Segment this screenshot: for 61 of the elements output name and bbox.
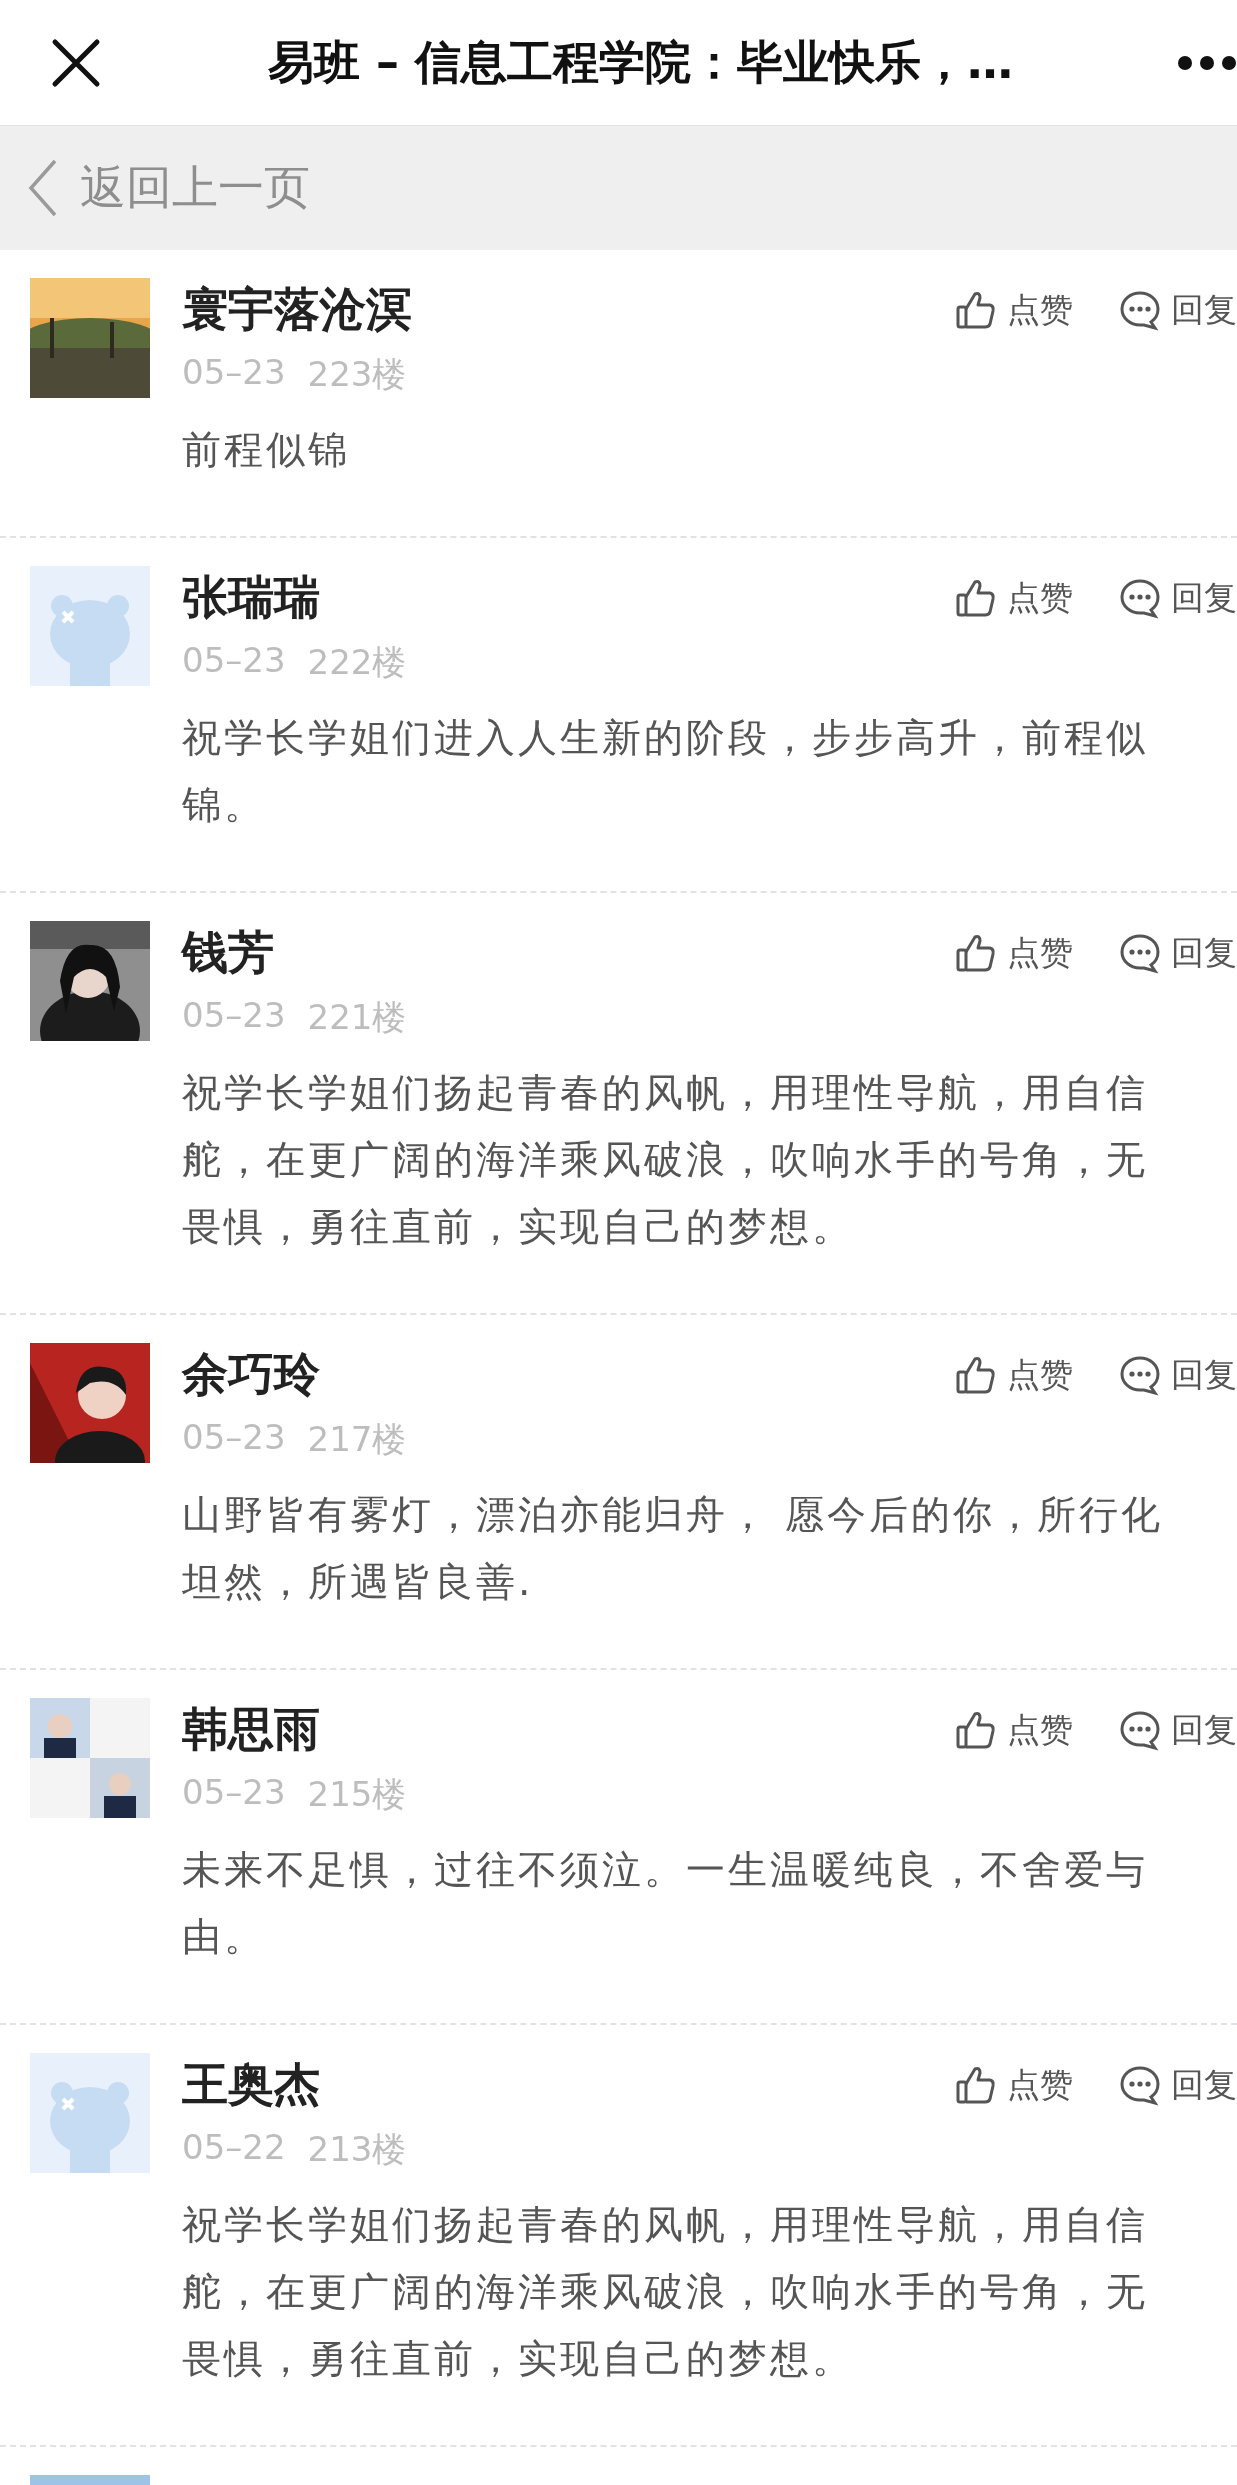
reply-button[interactable]: 回复 bbox=[1119, 2062, 1237, 2108]
like-button[interactable]: 点赞 bbox=[955, 1707, 1073, 1753]
comment-icon bbox=[1119, 1354, 1161, 1396]
page-title: 易班 – 信息工程学院：毕业快乐，… bbox=[267, 33, 1014, 91]
comment-icon bbox=[1119, 932, 1161, 974]
comment-text-line: 舵，在更广阔的海洋乘风破浪，吹响水手的号角，无 bbox=[182, 1136, 1149, 1184]
like-button[interactable]: 点赞 bbox=[955, 287, 1073, 333]
comment-icon bbox=[1119, 1709, 1161, 1751]
post-date: 05–22 bbox=[182, 2127, 286, 2169]
comment-text-line: 未来不足惧，过往不须泣。一生温暖纯良，不舍爱与 bbox=[182, 1846, 1149, 1894]
reply-button[interactable]: 回复 bbox=[1119, 287, 1237, 333]
reply-button[interactable]: 回复 bbox=[1119, 1707, 1237, 1753]
floor-number: 217楼 bbox=[307, 1418, 407, 1461]
comment-text-line: 祝学长学姐们扬起青春的风帆，用理性导航，用自信 bbox=[182, 2201, 1149, 2249]
like-button[interactable]: 点赞 bbox=[955, 575, 1073, 621]
thumbs-up-icon bbox=[955, 577, 997, 619]
default-avatar-icon bbox=[30, 566, 150, 686]
author-name: 余巧玲 bbox=[182, 1346, 321, 1403]
like-button[interactable]: 点赞 bbox=[955, 1352, 1073, 1398]
post-date: 05–23 bbox=[182, 1772, 286, 1814]
floor-number: 213楼 bbox=[307, 2128, 407, 2171]
thumbs-up-icon bbox=[955, 1354, 997, 1396]
author-name: 韩思雨 bbox=[182, 1701, 321, 1758]
comment-text-line: 畏惧，勇往直前，实现自己的梦想。 bbox=[182, 1203, 855, 1251]
comment-text-line: 山野皆有雾灯，漂泊亦能归舟， 愿今后的你，所行化 bbox=[182, 1491, 1165, 1539]
post-date: 05–23 bbox=[182, 995, 286, 1037]
comment-icon bbox=[1119, 2064, 1161, 2106]
comment-text-line: 祝学长学姐们进入人生新的阶段，步步高升，前程似 bbox=[182, 714, 1149, 762]
author-name: 寰宇落沧溟 bbox=[182, 281, 413, 338]
author-name: 张瑞瑞 bbox=[182, 569, 321, 626]
like-button[interactable]: 点赞 bbox=[955, 930, 1073, 976]
comment-icon bbox=[1119, 289, 1161, 331]
comment-text-line: 锦。 bbox=[182, 781, 267, 829]
default-avatar-icon bbox=[30, 2053, 150, 2173]
thumbs-up-icon bbox=[955, 2064, 997, 2106]
thumbs-up-icon bbox=[955, 289, 997, 331]
thumbs-up-icon bbox=[955, 932, 997, 974]
comment-text-line: 畏惧，勇往直前，实现自己的梦想。 bbox=[182, 2335, 855, 2383]
floor-number: 222楼 bbox=[307, 641, 407, 684]
floor-number: 215楼 bbox=[307, 1773, 407, 1816]
comment-text-line: 由。 bbox=[182, 1913, 267, 1961]
thumbs-up-icon bbox=[955, 1709, 997, 1751]
more-icon bbox=[1177, 54, 1237, 71]
comment-text-line: 坦然，所遇皆良善. bbox=[182, 1558, 535, 1606]
comment-text-line: 前程似锦 bbox=[182, 426, 351, 474]
author-name: 钱芳 bbox=[182, 924, 275, 981]
post-date: 05–23 bbox=[182, 640, 286, 682]
reply-button[interactable]: 回复 bbox=[1119, 575, 1237, 621]
like-button[interactable]: 点赞 bbox=[955, 2062, 1073, 2108]
comment-icon bbox=[1119, 577, 1161, 619]
comment-text-line: 祝学长学姐们扬起青春的风帆，用理性导航，用自信 bbox=[182, 1069, 1149, 1117]
reply-button[interactable]: 回复 bbox=[1119, 1352, 1237, 1398]
reply-button[interactable]: 回复 bbox=[1119, 930, 1237, 976]
close-icon bbox=[50, 36, 102, 89]
comment-text-line: 舵，在更广阔的海洋乘风破浪，吹响水手的号角，无 bbox=[182, 2268, 1149, 2316]
post-date: 05–23 bbox=[182, 352, 286, 394]
author-name: 王奥杰 bbox=[182, 2056, 321, 2113]
floor-number: 221楼 bbox=[307, 996, 407, 1039]
post-date: 05–23 bbox=[182, 1417, 286, 1459]
floor-number: 223楼 bbox=[307, 353, 407, 396]
chevron-left-icon bbox=[28, 159, 58, 217]
